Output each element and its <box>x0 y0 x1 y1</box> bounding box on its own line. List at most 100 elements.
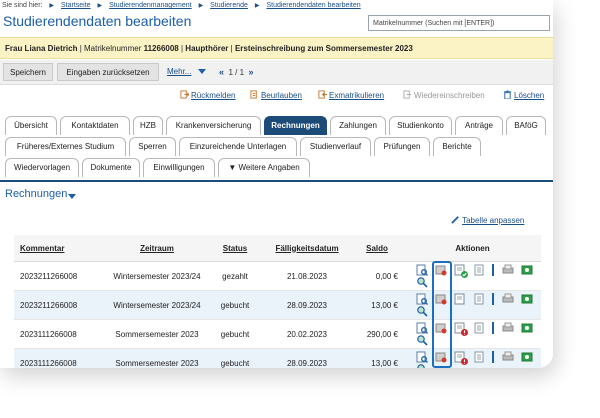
student-actions: Rückmelden Beurlauben Exmatrikulieren Wi… <box>0 88 553 104</box>
view-invoice-icon[interactable] <box>416 351 428 363</box>
col-status[interactable]: Status <box>211 235 259 262</box>
view-invoice-icon[interactable] <box>416 293 428 305</box>
search-detail-icon[interactable] <box>416 276 428 288</box>
table-row[interactable]: 2023111266008 Sommersemester 2023 gebucht 2… <box>14 319 541 349</box>
col-kommentar[interactable]: Kommentar <box>14 235 103 262</box>
tab-hzb[interactable]: HZB <box>133 116 163 135</box>
tab-einwilligungen[interactable]: Einwilligungen <box>143 158 215 177</box>
beurlauben-icon <box>250 90 257 99</box>
tab-studienkonto[interactable]: Studienkonto <box>389 116 452 135</box>
section-title[interactable]: Rechnungen <box>5 188 67 200</box>
cell-saldo: 13,00 € <box>355 348 404 368</box>
tab-einzureichende-unterlagen[interactable]: Einzureichende Unterlagen <box>179 137 297 156</box>
more-menu-button[interactable]: Mehr... <box>167 63 191 81</box>
rueckmelden-action[interactable]: Rückmelden <box>180 88 235 104</box>
breadcrumb-current[interactable]: Studierendendaten bearbeiten <box>266 2 360 9</box>
print-icon[interactable] <box>502 351 514 363</box>
breadcrumb-arrow-icon: ▶ <box>198 3 204 9</box>
tab-weitere-angaben[interactable]: ▼ Weitere Angaben <box>218 158 310 177</box>
document-icon[interactable] <box>473 351 485 363</box>
tab-rechnungen[interactable]: Rechnungen <box>264 116 327 135</box>
breadcrumb-lead: Sie sind hier: <box>2 2 43 9</box>
cell-faelligkeit: 28.09.2023 <box>259 348 355 368</box>
cell-aktionen <box>404 261 541 291</box>
tab-pruefungen[interactable]: Prüfungen <box>374 137 430 156</box>
invoice-status-icon[interactable] <box>454 293 466 305</box>
cell-status: gebucht <box>211 290 259 320</box>
table-row[interactable]: 2023211266008 Wintersemester 2023/24 gezah… <box>14 261 541 291</box>
beurlauben-action[interactable]: Beurlauben <box>250 88 302 104</box>
matrikel-number: 11266008 <box>143 44 179 53</box>
document-icon[interactable] <box>473 293 485 305</box>
search-detail-icon[interactable] <box>416 305 428 317</box>
exmatrikulieren-icon <box>318 90 327 99</box>
tab-row-1: Übersicht Kontaktdaten HZB Krankenversic… <box>5 116 550 135</box>
col-zeitraum[interactable]: Zeitraum <box>103 235 211 262</box>
breadcrumb-arrow-icon: ▶ <box>49 3 55 9</box>
col-faelligkeit[interactable]: Fälligkeitsdatum <box>259 235 355 262</box>
payment-icon[interactable] <box>521 264 533 276</box>
breadcrumb-arrow-icon: ▶ <box>97 3 103 9</box>
view-invoice-icon[interactable] <box>416 322 428 334</box>
tab-dokumente[interactable]: Dokumente <box>82 158 140 177</box>
invoice-status-icon[interactable] <box>454 322 468 336</box>
tab-frueheres-studium[interactable]: Früheres/Externes Studium <box>5 137 126 156</box>
tab-uebersicht[interactable]: Übersicht <box>5 116 57 135</box>
tab-row-2: Früheres/Externes Studium Sperren Einzur… <box>5 137 550 156</box>
adjust-table-link[interactable]: Tabelle anpassen <box>451 215 524 225</box>
chevron-down-icon[interactable] <box>198 69 206 74</box>
document-icon[interactable] <box>473 264 485 276</box>
tab-antraege[interactable]: Anträge <box>455 116 503 135</box>
payment-icon[interactable] <box>521 293 533 305</box>
reset-button[interactable]: Eingaben zurücksetzen <box>57 63 159 81</box>
action-separator <box>492 351 494 363</box>
invoice-status-icon[interactable] <box>454 351 468 365</box>
pencil-icon <box>451 216 459 224</box>
breadcrumb-studierendenmanagement[interactable]: Studierendenmanagement <box>109 2 192 9</box>
cell-kommentar: 2023111266008 <box>14 319 103 349</box>
action-separator <box>492 293 494 305</box>
document-icon[interactable] <box>473 322 485 334</box>
tab-row-3: Wiedervorlagen Dokumente Einwilligungen … <box>5 158 550 177</box>
print-icon[interactable] <box>502 322 514 334</box>
breadcrumb-studierende[interactable]: Studierende <box>210 2 248 9</box>
tab-kontaktdaten[interactable]: Kontaktdaten <box>60 116 130 135</box>
search-detail-icon[interactable] <box>416 363 428 368</box>
tab-sperren[interactable]: Sperren <box>129 137 176 156</box>
search-detail-icon[interactable] <box>416 334 428 346</box>
payment-icon[interactable] <box>521 351 533 363</box>
tab-krankenversicherung[interactable]: Krankenversicherung <box>166 116 261 135</box>
tab-bafoeg[interactable]: BAföG <box>506 116 546 135</box>
tab-wiedervorlagen[interactable]: Wiedervorlagen <box>5 158 79 177</box>
table-header-row: Kommentar Zeitraum Status Fälligkeitsdat… <box>14 235 541 262</box>
cell-faelligkeit: 21.08.2023 <box>259 261 355 291</box>
breadcrumb-startseite[interactable]: Startseite <box>61 2 91 9</box>
invoice-table: Kommentar Zeitraum Status Fälligkeitsdat… <box>14 235 541 368</box>
print-icon[interactable] <box>502 293 514 305</box>
exmatrikulieren-action[interactable]: Exmatrikulieren <box>318 88 384 104</box>
matrikel-search-input[interactable]: Matrikelnummer (Suchen mit [ENTER]) <box>368 15 550 31</box>
cell-faelligkeit: 20.02.2023 <box>259 319 355 349</box>
action-separator <box>492 322 494 334</box>
view-invoice-icon[interactable] <box>416 264 428 276</box>
col-saldo[interactable]: Saldo <box>355 235 404 262</box>
tab-berichte[interactable]: Berichte <box>433 137 481 156</box>
loeschen-action[interactable]: Löschen <box>503 88 544 104</box>
student-status: Haupthörer <box>185 44 229 53</box>
chevron-down-icon[interactable] <box>68 194 76 199</box>
tab-studienverlauf[interactable]: Studienverlauf <box>300 137 371 156</box>
page-indicator: 1 / 1 <box>228 68 245 77</box>
table-row[interactable]: 2023111266008 Sommersemester 2023 gebucht 2… <box>14 348 541 368</box>
first-page-icon[interactable]: « <box>219 67 224 77</box>
table-row[interactable]: 2023211266008 Wintersemester 2023/24 gebuc… <box>14 290 541 320</box>
cell-saldo: 0,00 € <box>355 261 404 291</box>
last-page-icon[interactable]: » <box>249 67 254 77</box>
cell-aktionen <box>404 319 541 349</box>
payment-icon[interactable] <box>521 322 533 334</box>
wiedereinschreiben-action: Wiedereinschreiben <box>403 88 485 104</box>
student-info-bar: Frau Liana Dietrich | Matrikelnummer 112… <box>0 37 553 59</box>
tab-zahlungen[interactable]: Zahlungen <box>330 116 386 135</box>
invoice-status-icon[interactable] <box>454 264 468 278</box>
print-icon[interactable] <box>502 264 514 276</box>
save-button[interactable]: Speichern <box>3 63 53 81</box>
